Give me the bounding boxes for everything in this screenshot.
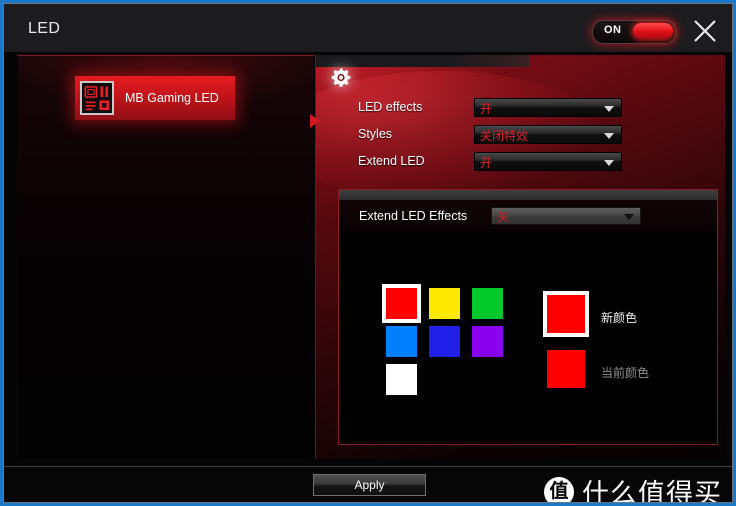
power-toggle-label: ON	[604, 24, 622, 36]
selection-pointer-icon	[310, 114, 320, 128]
device-list-panel: MB Gaming LED	[18, 55, 320, 459]
setting-label: Styles	[358, 127, 393, 141]
setting-label: Extend LED	[358, 154, 425, 168]
chevron-down-icon	[624, 214, 634, 220]
swatch-cell	[472, 288, 515, 326]
chevron-down-icon	[604, 133, 614, 139]
extend-led-effects-label: Extend LED Effects	[359, 209, 468, 223]
page-title: LED	[28, 20, 61, 37]
power-toggle-knob	[633, 23, 673, 39]
swatch-cell-empty	[472, 364, 515, 402]
extend-led-effects-dropdown[interactable]: 关	[491, 207, 641, 225]
swatch-cell	[386, 364, 429, 402]
swatch-cell	[429, 288, 472, 326]
sidebar-item-mb-gaming-led[interactable]: MB Gaming LED	[75, 76, 235, 120]
apply-button[interactable]: Apply	[313, 474, 426, 496]
current-color-preview	[547, 350, 585, 388]
color-swatch-red[interactable]	[382, 284, 421, 323]
close-button[interactable]	[690, 16, 720, 46]
swatch-cell	[429, 326, 472, 364]
swatch-cell-empty	[429, 364, 472, 402]
gear-icon	[328, 65, 354, 91]
chevron-down-icon	[604, 106, 614, 112]
title-bar: LED ON	[4, 4, 732, 52]
watermark-badge: 值	[544, 476, 574, 506]
dropdown-value: 关	[497, 210, 510, 224]
swatch-cell	[386, 326, 429, 364]
inner-panel-title-stripe	[339, 190, 717, 200]
chevron-down-icon	[604, 160, 614, 166]
color-swatch-azure[interactable]	[386, 326, 417, 357]
dropdown-value: 关闭特效	[480, 129, 529, 143]
extend-led-dropdown[interactable]: 开	[474, 152, 622, 171]
color-palette	[382, 284, 515, 402]
led-utility-window: LED ON MB Gaming LED LED effects 开 Style…	[0, 0, 736, 506]
power-toggle[interactable]: ON	[592, 20, 676, 44]
setting-label: LED effects	[358, 100, 423, 114]
dropdown-value: 开	[480, 156, 493, 170]
watermark-text: 什么值得买	[582, 479, 722, 506]
color-swatch-white[interactable]	[386, 364, 417, 395]
swatch-cell	[382, 284, 429, 326]
color-swatch-green[interactable]	[472, 288, 503, 319]
led-settings-panel: LED effects 开 Styles 关闭特效 Extend LED 开 E…	[315, 55, 725, 459]
current-color-label: 当前颜色	[601, 366, 650, 380]
color-swatch-yellow[interactable]	[429, 288, 460, 319]
new-color-label: 新颜色	[601, 311, 638, 325]
extend-led-effects-panel: Extend LED Effects 关 新颜色 当前颜色	[338, 189, 718, 445]
led-effects-dropdown[interactable]: 开	[474, 98, 622, 117]
color-swatch-blue[interactable]	[429, 326, 460, 357]
styles-dropdown[interactable]: 关闭特效	[474, 125, 622, 144]
motherboard-icon	[80, 81, 114, 115]
watermark: 值 什么值得买	[544, 472, 722, 506]
dropdown-value: 开	[480, 102, 493, 116]
sidebar-item-label: MB Gaming LED	[125, 91, 219, 105]
color-swatch-purple[interactable]	[472, 326, 503, 357]
swatch-cell	[472, 326, 515, 364]
new-color-preview	[543, 291, 589, 337]
content-area: MB Gaming LED LED effects 开 Styles 关闭特效 …	[4, 52, 732, 502]
